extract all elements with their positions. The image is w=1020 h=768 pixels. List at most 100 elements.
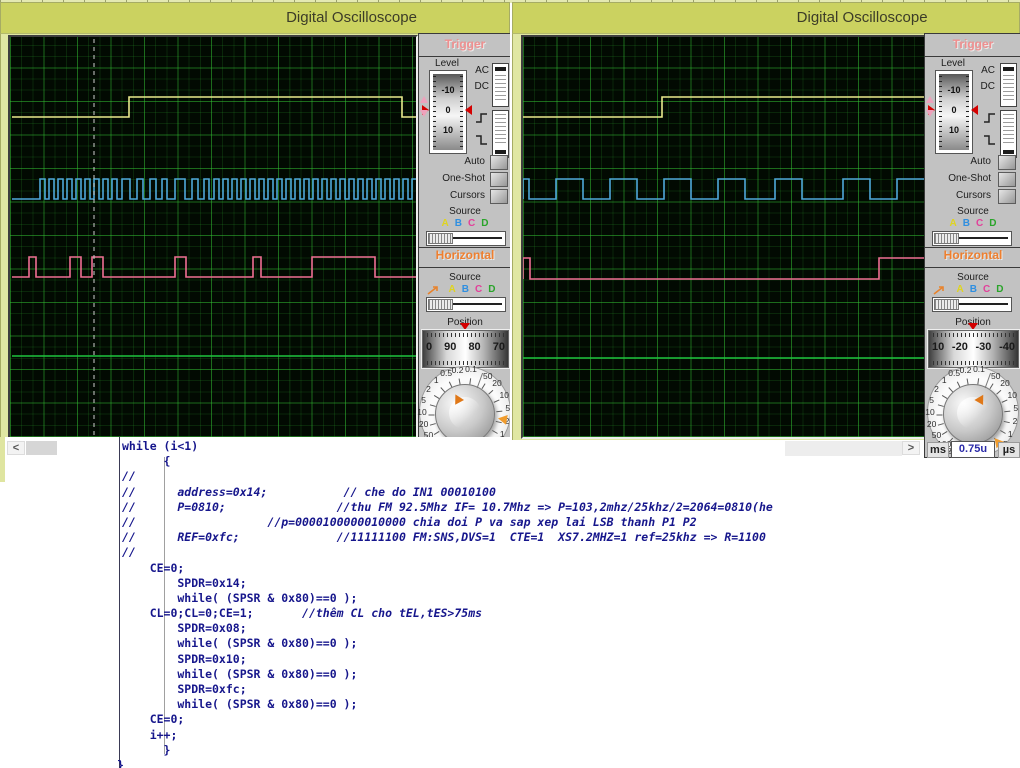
code-line[interactable]: } [117, 758, 773, 768]
code-line[interactable]: // [122, 545, 773, 560]
ac-label: AC [459, 65, 489, 76]
slider-thumb[interactable] [934, 299, 959, 310]
cursors-label: Cursors [419, 190, 485, 201]
cursors-button[interactable] [998, 189, 1016, 204]
code-text[interactable]: while (i<1) {//// address=0x14; // che d… [122, 439, 773, 768]
horizontal-channel-letters: ABCD [433, 284, 510, 295]
horizontal-source-slider[interactable] [426, 297, 506, 312]
timebase-scale-label: 1 [1008, 429, 1013, 439]
pane-divider [119, 437, 120, 768]
oscilloscope-window-left: Digital Oscilloscope Trigger Level -10 0… [0, 2, 510, 438]
code-line[interactable]: CE=0; [122, 561, 773, 576]
code-line[interactable]: while( (SPSR & 0x80)==0 ); [122, 697, 773, 712]
code-line[interactable]: CL=0;CL=0;CE=1; //thêm CL cho tEL,tES>75… [122, 606, 773, 621]
rising-edge-icon [475, 112, 488, 124]
timebase-scale-label: 50 [932, 430, 941, 440]
channel-a-label: A [449, 284, 456, 295]
slider-thumb[interactable] [934, 233, 959, 244]
channel-a-label: A [442, 218, 449, 229]
code-line[interactable]: SPDR=0x08; [122, 621, 773, 636]
channel-d-label: D [989, 218, 996, 229]
horizontal-section-header: Horizontal [419, 247, 510, 268]
timebase-scale-label: 1 [434, 375, 439, 385]
trigger-section-header: Trigger [925, 37, 1020, 57]
code-line[interactable]: SPDR=0x14; [122, 576, 773, 591]
channel-b-label: B [970, 284, 977, 295]
code-line[interactable]: SPDR=0xfc; [122, 682, 773, 697]
scrollbar-thumb[interactable] [26, 441, 57, 455]
horizontal-source-slider[interactable] [932, 297, 1012, 312]
auto-label: Auto [925, 156, 991, 167]
edge-switch[interactable] [492, 110, 509, 158]
scroll-left-button[interactable]: < [7, 441, 25, 455]
level-marker-right-icon [465, 105, 472, 115]
level-down-arrow-icon[interactable] [420, 110, 428, 117]
slider-thumb[interactable] [428, 299, 453, 310]
title-bar[interactable]: Digital Oscilloscope [0, 2, 510, 34]
channel-c-label: C [976, 218, 983, 229]
timebase-scale-label: 2 [426, 384, 431, 394]
channel-d-label: D [481, 218, 488, 229]
timebase-scale-label: 10 [1008, 390, 1017, 400]
level-down-arrow-icon[interactable] [926, 110, 934, 117]
rising-edge-icon [983, 112, 996, 124]
knob-tick [429, 415, 435, 416]
auto-button[interactable] [998, 155, 1016, 170]
timebase-scale-label: 10 [417, 407, 426, 417]
timebase-knob[interactable] [943, 384, 1003, 444]
level-up-arrow-icon[interactable] [420, 96, 428, 103]
slider-thumb[interactable] [428, 233, 453, 244]
horizontal-source-label: Source [925, 272, 1020, 283]
level-tick: 10 [430, 125, 466, 135]
position-value: 90 [444, 341, 456, 353]
coupling-switch[interactable] [1000, 63, 1017, 107]
code-line[interactable]: // [122, 469, 773, 484]
code-line[interactable]: // P=0810; //thu FM 92.5Mhz IF= 10.7Mhz … [122, 500, 773, 515]
level-up-arrow-icon[interactable] [926, 96, 934, 103]
code-line[interactable]: while( (SPSR & 0x80)==0 ); [122, 636, 773, 651]
knob-outer-marker-icon [497, 413, 508, 424]
code-line[interactable]: // address=0x14; // che do IN1 00010100 [122, 485, 773, 500]
code-line[interactable]: while( (SPSR & 0x80)==0 ); [122, 591, 773, 606]
title-bar[interactable]: Digital Oscilloscope [512, 2, 1020, 34]
timebase-scale-label: 20 [927, 419, 936, 429]
trigger-source-slider[interactable] [932, 231, 1012, 246]
coupling-switch[interactable] [492, 63, 509, 107]
position-dial[interactable]: 10-20-30-40 [928, 330, 1019, 368]
oscilloscope-screen [521, 35, 926, 439]
auto-label: Auto [419, 156, 485, 167]
code-line[interactable]: SPDR=0x10; [122, 652, 773, 667]
trigger-source-label: Source [925, 206, 1020, 217]
timebase-scale-label: 0.1 [973, 364, 985, 374]
cursors-button[interactable] [490, 189, 508, 204]
one-shot-button[interactable] [490, 172, 508, 187]
level-marker-right-icon [971, 105, 978, 115]
trigger-channel-letters: ABCD [925, 218, 1020, 229]
timebase-scale-label: 0.2 [452, 365, 464, 375]
channel-c-label: C [468, 218, 475, 229]
code-line[interactable]: } [122, 743, 773, 758]
timebase-value-field[interactable]: 0.75u [951, 441, 995, 458]
code-line[interactable]: while( (SPSR & 0x80)==0 ); [122, 667, 773, 682]
code-line[interactable]: CE=0; [122, 712, 773, 727]
code-editor[interactable]: < > while (i<1) {//// address=0x14; // c… [0, 437, 1020, 768]
position-value: 10 [932, 341, 944, 353]
horizontal-source-label: Source [419, 272, 510, 283]
code-line[interactable]: // //p=0000100000010000 chia doi P va sa… [122, 515, 773, 530]
position-value: 80 [468, 341, 480, 353]
falling-edge-icon [475, 134, 488, 146]
timebase-scale-label: 0.1 [465, 364, 477, 374]
position-value: -40 [999, 341, 1015, 353]
auto-button[interactable] [490, 155, 508, 170]
code-line[interactable]: i++; [122, 728, 773, 743]
code-line[interactable]: // REF=0xfc; //11111100 FM:SNS,DVS=1 CTE… [122, 530, 773, 545]
trigger-source-slider[interactable] [426, 231, 506, 246]
edge-switch[interactable] [1000, 110, 1017, 158]
timebase-scale-label: 20 [492, 378, 501, 388]
position-dial[interactable]: 0908070 [422, 330, 509, 368]
channel-c-label: C [475, 284, 482, 295]
falling-edge-icon [983, 134, 996, 146]
position-value: -30 [976, 341, 992, 353]
one-shot-button[interactable] [998, 172, 1016, 187]
timebase-scale-label: 2 [1013, 416, 1018, 426]
